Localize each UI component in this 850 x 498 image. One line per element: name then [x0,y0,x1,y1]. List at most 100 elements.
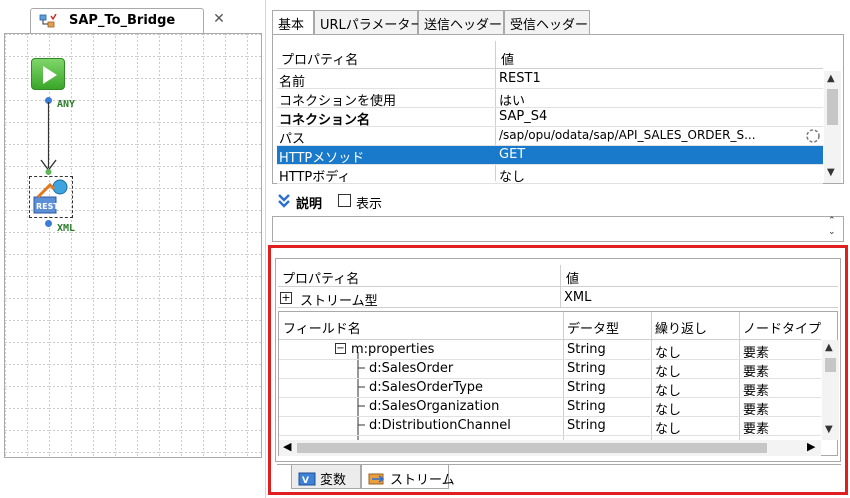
field-node-type: 要素 [743,422,770,437]
scroll-thumb[interactable] [827,89,838,125]
flow-icon [39,14,57,28]
property-value: REST1 [499,71,541,86]
flow-editor: SAP_To_Bridge ✕ ANY REST XML [0,0,266,498]
column-property-name: プロパティ名 [282,272,360,287]
tab-basic[interactable]: 基本 [272,10,314,35]
canvas-grid [5,34,261,457]
property-row[interactable]: パス /sap/opu/odata/sap/API_SALES_ORDER_S.… [277,127,823,147]
rest-node[interactable]: REST [29,176,73,218]
field-name: d:SalesOrganization [369,399,500,414]
scroll-thumb[interactable] [297,443,767,453]
browse-icon[interactable] [805,128,821,144]
rest-output-port[interactable] [45,220,52,227]
scroll-up-icon[interactable]: ⌃ [828,216,836,226]
column-node-type: ノードタイプ [743,322,822,337]
play-icon [43,66,57,84]
field-name: d:DistributionChannel [369,418,511,433]
collapse-icon[interactable]: − [335,343,346,354]
property-row[interactable]: コネクション名 SAP_S4 [277,108,823,128]
scroll-right-icon[interactable]: ▶ [807,440,815,453]
property-value: はい [499,94,526,109]
close-icon[interactable]: ✕ [212,11,226,27]
field-node-type: 要素 [743,403,770,418]
scroll-up-icon[interactable]: ▲ [827,73,835,84]
description-bar: 説明 表示 [272,186,844,216]
property-row-selected[interactable]: HTTPメソッド GET [277,146,823,166]
tab-url-parameters[interactable]: URLパラメーター [314,10,423,34]
rest-port-label: XML [57,223,76,234]
property-key: HTTPボディ [279,170,351,185]
stream-type-key: ストリーム型 [300,294,378,309]
tab-stream-label: ストリーム [390,473,455,488]
bottom-tabs: V 変数 ストリーム [277,464,841,490]
property-value: /sap/opu/odata/sap/API_SALES_ORDER_S... [499,128,756,142]
scroll-down-icon[interactable]: ⌄ [828,227,836,237]
stream-panel: プロパティ名 値 + ストリーム型 XML フィールド名 データ型 繰り返し ノ… [275,258,841,462]
show-description-checkbox[interactable] [338,194,351,207]
field-row[interactable]: d:SalesOrderType String なし 要素 [279,379,821,399]
tab-stream[interactable]: ストリーム [361,465,455,489]
column-repeat: 繰り返し [655,322,708,337]
field-name: d:SalesOrder [369,361,454,376]
property-table: プロパティ名 値 名前 REST1 コネクションを使用 はい コネクション名 S… [272,34,844,185]
field-repeat: なし [655,384,682,399]
field-repeat: なし [655,403,682,418]
field-row[interactable]: − m:properties String なし 要素 [279,341,821,361]
description-scrollbar[interactable]: ⌃ ⌄ [825,216,842,240]
field-type: String [567,418,606,433]
column-value: 値 [501,53,515,68]
property-key: パス [279,132,306,147]
variables-icon: V [298,472,316,486]
tab-variables[interactable]: V 変数 [291,465,361,489]
scroll-up-icon[interactable]: ▲ [825,342,833,353]
field-repeat: なし [655,365,682,380]
description-textarea[interactable]: ⌃ ⌄ [272,216,844,242]
tab-receive-headers[interactable]: 受信ヘッダー [504,10,590,34]
rest-icon: REST [33,179,68,214]
field-repeat: なし [655,422,682,437]
column-value: 値 [566,272,580,287]
stream-icon [368,473,385,485]
field-row[interactable]: d:SalesOrganization String なし 要素 [279,398,821,418]
column-property-name: プロパティ名 [281,53,359,68]
scroll-thumb[interactable] [825,358,836,372]
property-row[interactable]: コネクションを使用 はい [277,89,823,109]
tab-send-headers[interactable]: 送信ヘッダー [418,10,504,34]
fields-scrollbar[interactable]: ▲ ▼ [822,340,839,440]
field-name: d:SalesOrderType [369,380,484,395]
property-scrollbar[interactable]: ▲ ▼ [824,71,841,183]
stream-table-header: プロパティ名 値 [278,265,838,287]
expand-icon[interactable]: + [280,292,292,304]
chevron-double-down-icon[interactable] [276,192,292,208]
flow-tab[interactable]: SAP_To_Bridge ✕ [30,8,225,33]
stream-fields-table: フィールド名 データ型 繰り返し ノードタイプ − m:properties S… [278,311,839,456]
property-table-header: プロパティ名 値 [277,41,823,69]
property-value: なし [499,170,526,185]
show-description-label: 表示 [356,197,383,212]
field-row[interactable]: d:DistributionChannel String なし 要素 [279,417,821,437]
fields-horizontal-scrollbar[interactable]: ◀ ▶ [279,440,821,456]
field-row[interactable]: d:SalesOrder String なし 要素 [279,360,821,380]
property-row[interactable]: 名前 REST1 [277,70,823,90]
start-node[interactable] [31,58,65,90]
field-node-type: 要素 [743,384,770,399]
field-node-type: 要素 [743,365,770,380]
property-key: HTTPメソッド [279,151,365,166]
flow-tab-title: SAP_To_Bridge [69,13,176,28]
property-row[interactable]: HTTPボディ なし [277,165,823,185]
scroll-down-icon[interactable]: ▼ [825,424,833,435]
tab-variables-label: 変数 [320,473,347,488]
field-type: String [567,342,606,357]
property-key: 名前 [279,75,306,90]
stream-type-row[interactable]: + ストリーム型 XML [278,289,838,309]
flow-connector [40,102,57,175]
field-name: m:properties [351,342,435,357]
property-key: コネクションを使用 [279,94,397,109]
flow-canvas[interactable]: ANY REST XML [4,33,262,458]
field-type: String [567,380,606,395]
column-data-type: データ型 [567,322,620,337]
svg-text:REST: REST [36,202,59,211]
scroll-down-icon[interactable]: ▼ [827,167,835,178]
field-type: String [567,361,606,376]
scroll-left-icon[interactable]: ◀ [283,440,291,453]
